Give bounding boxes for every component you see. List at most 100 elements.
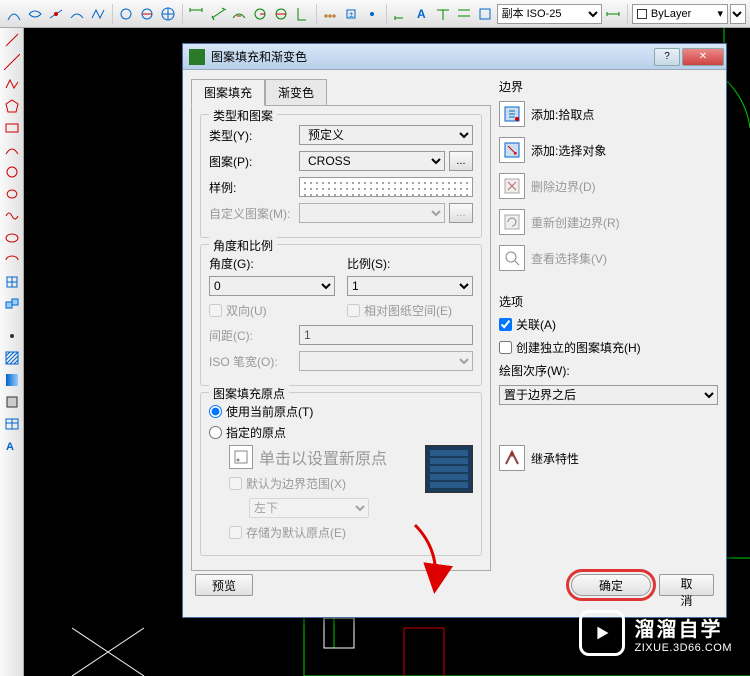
pattern-select[interactable]: CROSS xyxy=(299,151,445,171)
swatch-label: 样例: xyxy=(209,179,299,196)
tool-icon[interactable] xyxy=(117,4,136,24)
layer-name: ByLayer xyxy=(651,8,691,20)
tool-icon[interactable] xyxy=(46,4,65,24)
dim-icon[interactable] xyxy=(229,4,248,24)
dialog-title: 图案填充和渐变色 xyxy=(211,48,654,65)
default-extents-checkbox xyxy=(229,477,242,490)
polygon-icon[interactable] xyxy=(2,96,22,116)
dim-icon[interactable] xyxy=(187,4,206,24)
tab-gradient[interactable]: 渐变色 xyxy=(265,79,327,106)
close-button[interactable]: ✕ xyxy=(682,48,724,66)
dim-icon[interactable] xyxy=(433,4,452,24)
tab-hatch[interactable]: 图案填充 xyxy=(191,79,265,106)
dialog-titlebar[interactable]: 图案填充和渐变色 ? ✕ xyxy=(183,44,726,70)
tool-icon[interactable] xyxy=(25,4,44,24)
tool-icon[interactable] xyxy=(159,4,178,24)
gradient-icon[interactable] xyxy=(2,370,22,390)
dim-icon[interactable] xyxy=(250,4,269,24)
store-origin-checkbox xyxy=(229,526,242,539)
rect-icon[interactable] xyxy=(2,118,22,138)
svg-text:A: A xyxy=(6,441,14,453)
scale-select[interactable]: 1 xyxy=(347,276,473,296)
tool-icon[interactable] xyxy=(4,4,23,24)
origin-specified-radio[interactable] xyxy=(209,426,222,439)
revcloud-icon[interactable] xyxy=(2,184,22,204)
text-icon[interactable]: A xyxy=(412,4,431,24)
svg-text:±: ± xyxy=(349,10,354,19)
layer-menu[interactable] xyxy=(730,4,746,24)
dim-icon[interactable] xyxy=(271,4,290,24)
ok-button[interactable]: 确定 xyxy=(571,574,651,596)
add-pick-button[interactable] xyxy=(499,101,525,127)
dim-icon[interactable] xyxy=(391,4,410,24)
group-angle-scale: 角度和比例 角度(G): 0 比例(S): 1 双向(U) 相对图纸空 xyxy=(200,244,482,386)
tool-icon[interactable] xyxy=(138,4,157,24)
double-checkbox xyxy=(209,304,222,317)
set-origin-button xyxy=(229,445,253,469)
angle-label: 角度(G): xyxy=(209,255,335,272)
dim-icon[interactable] xyxy=(321,4,340,24)
tool-icon[interactable] xyxy=(67,4,86,24)
svg-text:A: A xyxy=(417,7,426,21)
insert-icon[interactable] xyxy=(2,272,22,292)
table-icon[interactable] xyxy=(2,414,22,434)
pattern-label: 图案(P): xyxy=(209,153,299,170)
spacing-label: 间距(C): xyxy=(209,327,299,344)
isowidth-select xyxy=(299,351,473,371)
add-select-button[interactable] xyxy=(499,137,525,163)
origin-preview xyxy=(425,445,473,493)
help-button[interactable]: ? xyxy=(654,48,680,66)
pline-icon[interactable] xyxy=(2,74,22,94)
dim-style-select[interactable]: 副本 ISO-25 xyxy=(497,4,602,24)
recreate-boundary-button xyxy=(499,209,525,235)
associative-checkbox[interactable] xyxy=(499,318,512,331)
origin-current-radio[interactable] xyxy=(209,405,222,418)
inherit-button[interactable] xyxy=(499,445,525,471)
group-title: 角度和比例 xyxy=(209,237,277,254)
tool-icon[interactable] xyxy=(89,4,108,24)
isowidth-label: ISO 笔宽(O): xyxy=(209,353,299,370)
region-icon[interactable] xyxy=(2,392,22,412)
dialog-icon xyxy=(189,49,205,65)
arc-icon[interactable] xyxy=(2,140,22,160)
view-selection-button xyxy=(499,245,525,271)
circle-icon[interactable] xyxy=(2,162,22,182)
dim-icon[interactable] xyxy=(475,4,494,24)
spline-icon[interactable] xyxy=(2,206,22,226)
pattern-browse-button[interactable]: ... xyxy=(449,151,473,171)
dim-icon[interactable] xyxy=(363,4,382,24)
line-icon[interactable] xyxy=(2,30,22,50)
group-title: 图案填充原点 xyxy=(209,385,289,402)
swatch-preview[interactable] xyxy=(299,177,473,197)
remove-boundary-button xyxy=(499,173,525,199)
custom-browse-button: ... xyxy=(449,203,473,223)
top-toolbar: ± A 副本 ISO-25 ByLayer ▾ xyxy=(0,0,750,28)
dim-icon[interactable] xyxy=(208,4,227,24)
group-type-pattern: 类型和图案 类型(Y): 预定义 图案(P): CROSS ... 样例: xyxy=(200,114,482,238)
ellipse-arc-icon[interactable] xyxy=(2,250,22,270)
options-title: 选项 xyxy=(499,293,718,310)
separate-checkbox[interactable] xyxy=(499,341,512,354)
type-select[interactable]: 预定义 xyxy=(299,125,473,145)
mtext-icon[interactable]: A xyxy=(2,436,22,456)
point-icon[interactable] xyxy=(2,326,22,346)
draw-order-label: 绘图次序(W): xyxy=(499,362,718,379)
dim-icon[interactable]: ± xyxy=(342,4,361,24)
angle-select[interactable]: 0 xyxy=(209,276,335,296)
hatch-icon[interactable] xyxy=(2,348,22,368)
block-icon[interactable] xyxy=(2,294,22,314)
cancel-button[interactable]: 取消 xyxy=(659,574,714,596)
ellipse-icon[interactable] xyxy=(2,228,22,248)
scale-label: 比例(S): xyxy=(347,255,473,272)
dim-icon[interactable] xyxy=(293,4,312,24)
left-toolbar: A xyxy=(0,28,24,676)
draw-order-select[interactable]: 置于边界之后 xyxy=(499,385,718,405)
layer-select[interactable]: ByLayer ▾ xyxy=(632,4,728,24)
preview-button[interactable]: 预览 xyxy=(195,574,253,596)
spacing-input xyxy=(299,325,473,345)
dim-icon[interactable] xyxy=(454,4,473,24)
watermark-title: 溜溜自学 xyxy=(635,613,732,642)
dim-settings-icon[interactable] xyxy=(604,4,623,24)
play-icon xyxy=(579,610,625,656)
xline-icon[interactable] xyxy=(2,52,22,72)
